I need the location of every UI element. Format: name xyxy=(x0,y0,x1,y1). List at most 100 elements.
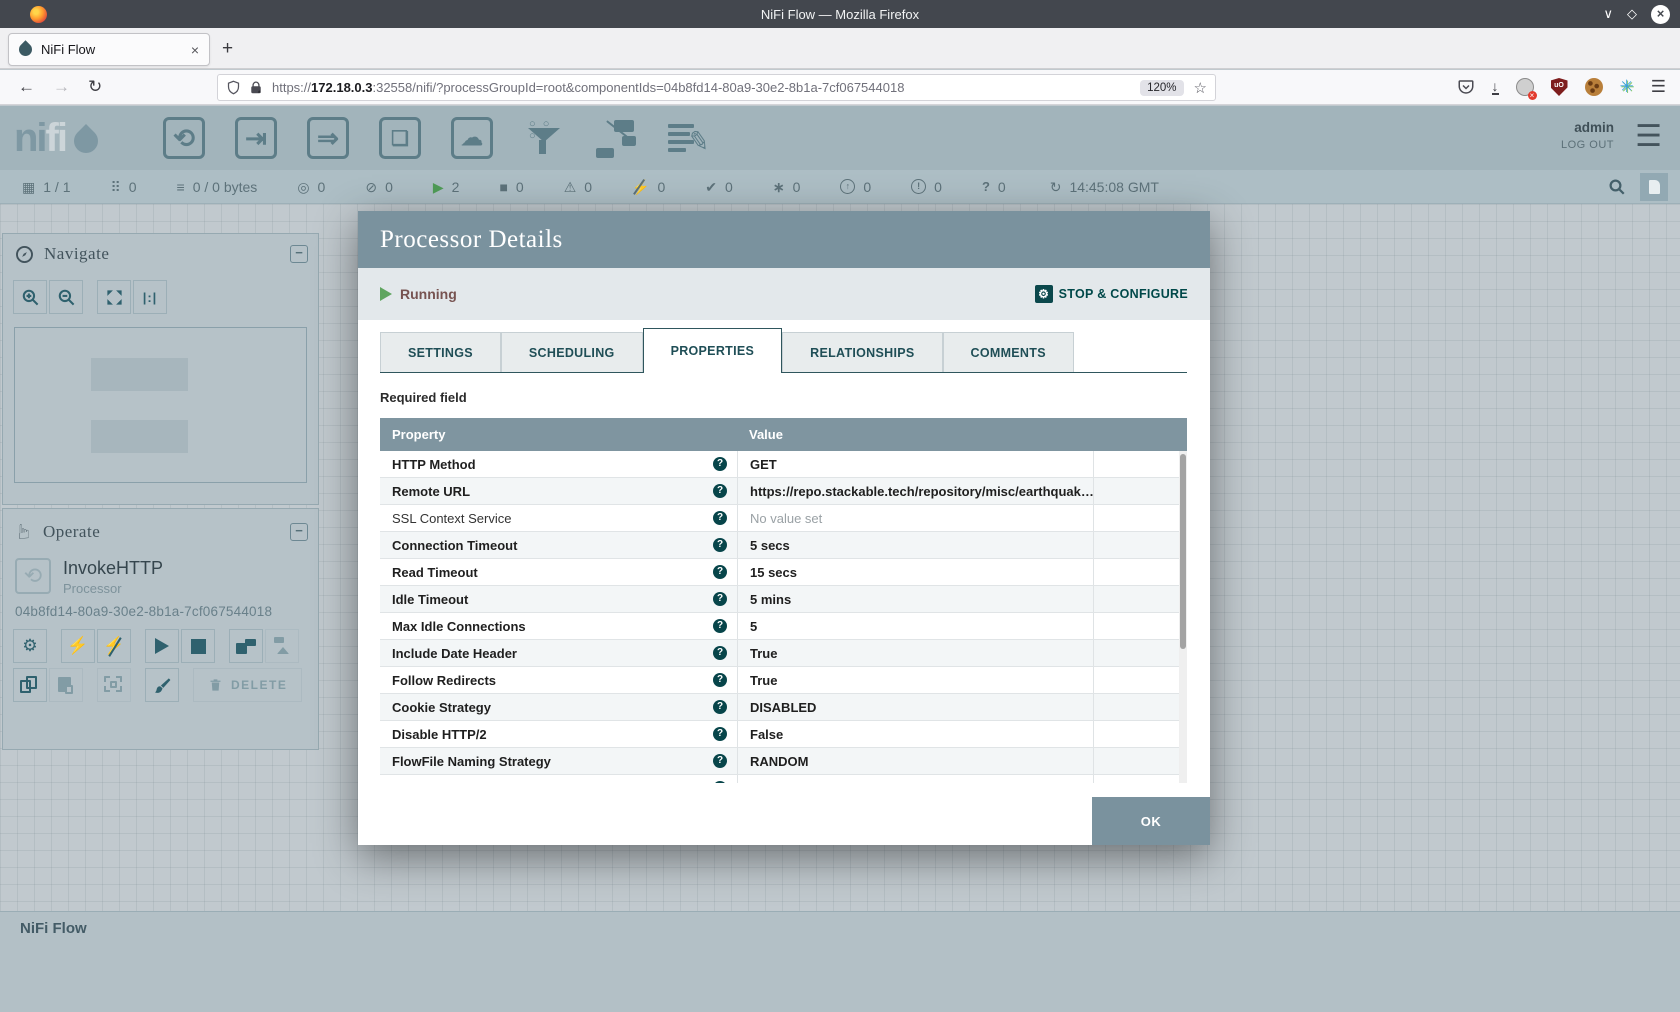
tab-properties[interactable]: PROPERTIES xyxy=(643,328,783,373)
configure-button[interactable]: ⚙ xyxy=(13,629,47,663)
browser-menu-icon[interactable]: ☰ xyxy=(1651,77,1666,97)
reload-icon[interactable]: ↻ xyxy=(88,77,102,97)
fill-color-brush-icon[interactable] xyxy=(145,668,179,702)
collapse-operate-icon[interactable]: − xyxy=(290,523,308,541)
help-icon[interactable]: ? xyxy=(713,484,727,498)
table-scrollbar[interactable] xyxy=(1179,451,1187,783)
input-port-tool-icon[interactable]: ⇥ xyxy=(232,115,280,161)
cookie-extension-icon[interactable] xyxy=(1585,78,1603,96)
row-gutter xyxy=(1093,478,1179,504)
group-button[interactable] xyxy=(97,668,131,702)
property-row: Follow Redirects?True xyxy=(380,667,1187,694)
logout-link[interactable]: LOG OUT xyxy=(1561,139,1614,151)
new-tab-button[interactable]: + xyxy=(222,38,233,60)
enable-button[interactable]: ⚡ xyxy=(61,629,95,663)
help-icon[interactable]: ? xyxy=(713,700,727,714)
create-template-button[interactable] xyxy=(229,629,263,663)
new-canvas-panel-icon[interactable] xyxy=(1640,173,1668,201)
process-group-tool-icon[interactable]: ❏ xyxy=(376,115,424,161)
birdseye-minimap[interactable] xyxy=(14,327,307,483)
back-icon[interactable]: ← xyxy=(18,77,35,97)
property-column-header: Property xyxy=(380,427,737,442)
nifi-drop-icon xyxy=(69,124,103,158)
ok-button[interactable]: OK xyxy=(1092,797,1210,845)
lock-warning-icon[interactable] xyxy=(249,80,263,96)
help-icon[interactable]: ? xyxy=(713,727,727,741)
global-menu-icon[interactable]: ☰ xyxy=(1635,122,1662,152)
help-icon[interactable]: ? xyxy=(713,673,727,687)
maximize-icon[interactable]: ◇ xyxy=(1627,6,1637,22)
row-gutter xyxy=(1093,667,1179,693)
breadcrumb[interactable]: NiFi Flow xyxy=(20,920,87,937)
label-tool-icon[interactable]: ✎ xyxy=(664,115,712,161)
operate-title: Operate xyxy=(43,522,290,542)
stop-button[interactable] xyxy=(181,629,215,663)
collapse-navigate-icon[interactable]: − xyxy=(290,245,308,263)
properties-table-header: Property Value xyxy=(380,418,1187,451)
selected-component-name: InvokeHTTP xyxy=(63,558,163,579)
funnel-tool-icon[interactable]: ○ ○ ○ xyxy=(520,115,568,161)
zoom-in-button[interactable] xyxy=(13,280,47,314)
zoom-actual-button[interactable]: |:| xyxy=(133,280,167,314)
help-icon[interactable]: ? xyxy=(713,565,727,579)
row-gutter xyxy=(1093,694,1179,720)
tab-scheduling[interactable]: SCHEDULING xyxy=(501,332,643,372)
disable-button[interactable]: ⚡ xyxy=(97,629,131,663)
help-icon[interactable]: ? xyxy=(713,619,727,633)
row-gutter xyxy=(1093,613,1179,639)
breadcrumb-bar: NiFi Flow xyxy=(0,911,1680,1012)
delete-button[interactable]: DELETE xyxy=(193,668,302,702)
multi-account-extension-icon[interactable] xyxy=(1516,78,1534,96)
property-row: SSL Context Service?No value set xyxy=(380,505,1187,532)
tab-relationships[interactable]: RELATIONSHIPS xyxy=(782,332,942,372)
selected-component-type: Processor xyxy=(63,581,163,596)
processor-tool-icon[interactable]: ⟲ xyxy=(160,115,208,161)
tab-close-icon[interactable]: × xyxy=(191,42,199,58)
zoom-out-button[interactable] xyxy=(49,280,83,314)
property-value: RANDOM xyxy=(737,748,1093,774)
bookmark-star-icon[interactable]: ☆ xyxy=(1194,79,1207,97)
tab-settings[interactable]: SETTINGS xyxy=(380,332,501,372)
output-port-tool-icon[interactable]: ⇒ xyxy=(304,115,352,161)
help-icon[interactable]: ? xyxy=(713,646,727,660)
screen: NiFi Flow — Mozilla Firefox ∨ ◇ × NiFi F… xyxy=(0,0,1680,1012)
minimize-icon[interactable]: ∨ xyxy=(1603,6,1613,22)
zoom-fit-button[interactable] xyxy=(97,280,131,314)
remote-process-group-tool-icon[interactable]: ☁ xyxy=(448,115,496,161)
up-to-date-versioned-count: 0 xyxy=(725,179,733,195)
browser-tab[interactable]: NiFi Flow × xyxy=(8,33,210,66)
help-icon[interactable]: ? xyxy=(713,457,727,471)
tab-comments[interactable]: COMMENTS xyxy=(943,332,1074,372)
help-icon[interactable]: ? xyxy=(713,592,727,606)
start-button[interactable] xyxy=(145,629,179,663)
extension-icon[interactable]: ✳ xyxy=(1620,77,1634,97)
compass-icon xyxy=(15,245,34,264)
help-icon[interactable]: ? xyxy=(713,538,727,552)
help-icon[interactable]: ? xyxy=(713,781,727,783)
stop-and-configure-button[interactable]: ⚙ STOP & CONFIGURE xyxy=(1035,285,1188,303)
shield-icon[interactable] xyxy=(226,79,241,96)
help-icon[interactable]: ? xyxy=(713,511,727,525)
property-value: No value set xyxy=(737,505,1093,531)
zoom-level-badge[interactable]: 120% xyxy=(1140,80,1183,96)
close-window-icon[interactable]: × xyxy=(1651,5,1670,24)
property-value xyxy=(737,775,1093,783)
property-value: https://repo.stackable.tech/repository/m… xyxy=(737,478,1093,504)
pocket-icon[interactable] xyxy=(1457,78,1475,96)
property-value: 5 secs xyxy=(737,532,1093,558)
search-icon[interactable] xyxy=(1608,178,1626,196)
forward-icon[interactable]: → xyxy=(53,77,70,97)
downloads-icon[interactable]: ↓ xyxy=(1492,80,1499,95)
url-bar[interactable]: https://172.18.0.3:32558/nifi/?processGr… xyxy=(217,74,1216,101)
refresh-icon[interactable]: ↻ xyxy=(1050,180,1062,194)
last-refresh[interactable]: ↻ 14:45:08 GMT xyxy=(1050,179,1159,195)
template-tool-icon[interactable] xyxy=(592,115,640,161)
ublock-extension-icon[interactable]: uO xyxy=(1551,78,1568,96)
paste-button[interactable] xyxy=(49,668,83,702)
scrollbar-thumb[interactable] xyxy=(1180,454,1186,649)
upload-template-button[interactable] xyxy=(265,629,299,663)
processor-details-dialog: Processor Details Running ⚙ STOP & CONFI… xyxy=(358,211,1210,845)
help-icon[interactable]: ? xyxy=(713,754,727,768)
dialog-title: Processor Details xyxy=(380,226,563,254)
copy-button[interactable] xyxy=(13,668,47,702)
